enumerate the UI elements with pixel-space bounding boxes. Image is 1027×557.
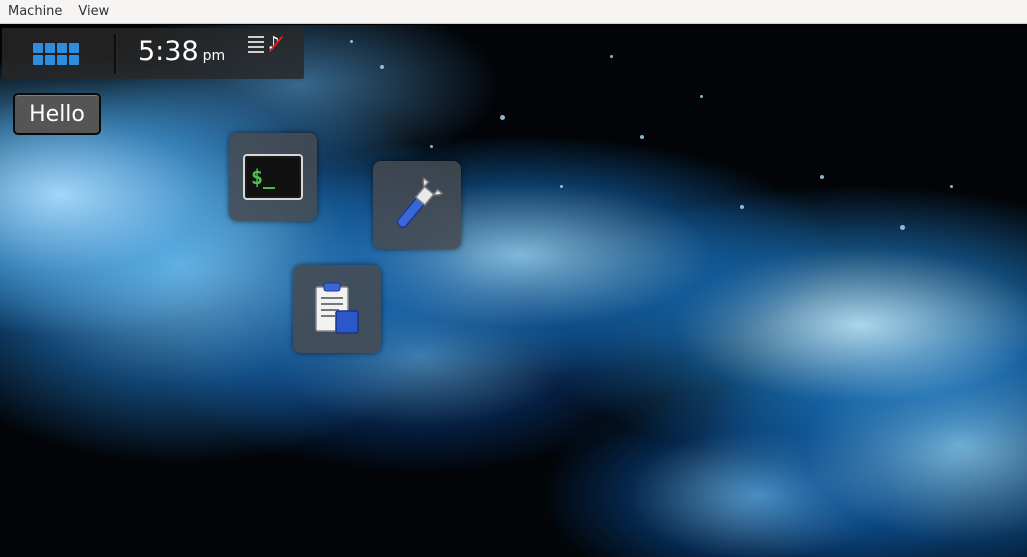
top-panel: 5:38 pm ♪ <box>2 28 304 79</box>
grid-cell <box>69 55 79 65</box>
clock[interactable]: 5:38 pm <box>138 34 225 74</box>
panel-divider <box>114 34 117 74</box>
splash-droplet <box>700 95 703 98</box>
hello-button[interactable]: Hello <box>13 93 101 135</box>
clock-ampm: pm <box>202 48 226 64</box>
splash-droplet <box>610 55 613 58</box>
grid-cell <box>33 43 43 53</box>
splash-droplet <box>900 225 905 230</box>
terminal-prompt: $_ <box>251 165 276 189</box>
list-icon[interactable] <box>248 36 264 54</box>
terminal-launcher[interactable]: $_ <box>229 133 317 221</box>
grid-apps-icon[interactable] <box>32 40 80 68</box>
splash-droplet <box>640 135 644 139</box>
menu-bar: Machine View <box>0 0 1027 24</box>
grid-cell <box>69 43 79 53</box>
splash-droplet <box>380 65 384 69</box>
system-tray: ♪ <box>246 34 290 58</box>
desktop: 5:38 pm ♪ Hello $_ <box>0 25 1027 557</box>
terminal-icon: $_ <box>243 154 303 200</box>
grid-cell <box>45 55 55 65</box>
clock-time: 5:38 <box>138 36 199 67</box>
splash-droplet <box>500 115 505 120</box>
grid-cell <box>57 43 67 53</box>
grid-cell <box>45 43 55 53</box>
grid-cell <box>33 55 43 65</box>
splash-droplet <box>740 205 744 209</box>
music-muted-icon[interactable]: ♪ <box>268 34 280 54</box>
menu-view[interactable]: View <box>70 0 117 24</box>
clipboard-launcher[interactable] <box>293 265 381 353</box>
settings-launcher[interactable] <box>373 161 461 249</box>
grid-cell <box>57 55 67 65</box>
splash-droplet <box>950 185 953 188</box>
splash-droplet <box>430 145 433 148</box>
splash-droplet <box>560 185 563 188</box>
wrench-icon <box>396 176 444 229</box>
menu-machine[interactable]: Machine <box>0 0 70 24</box>
splash-droplet <box>820 175 824 179</box>
splash-droplet <box>350 40 353 43</box>
clipboard-icon <box>315 282 359 334</box>
